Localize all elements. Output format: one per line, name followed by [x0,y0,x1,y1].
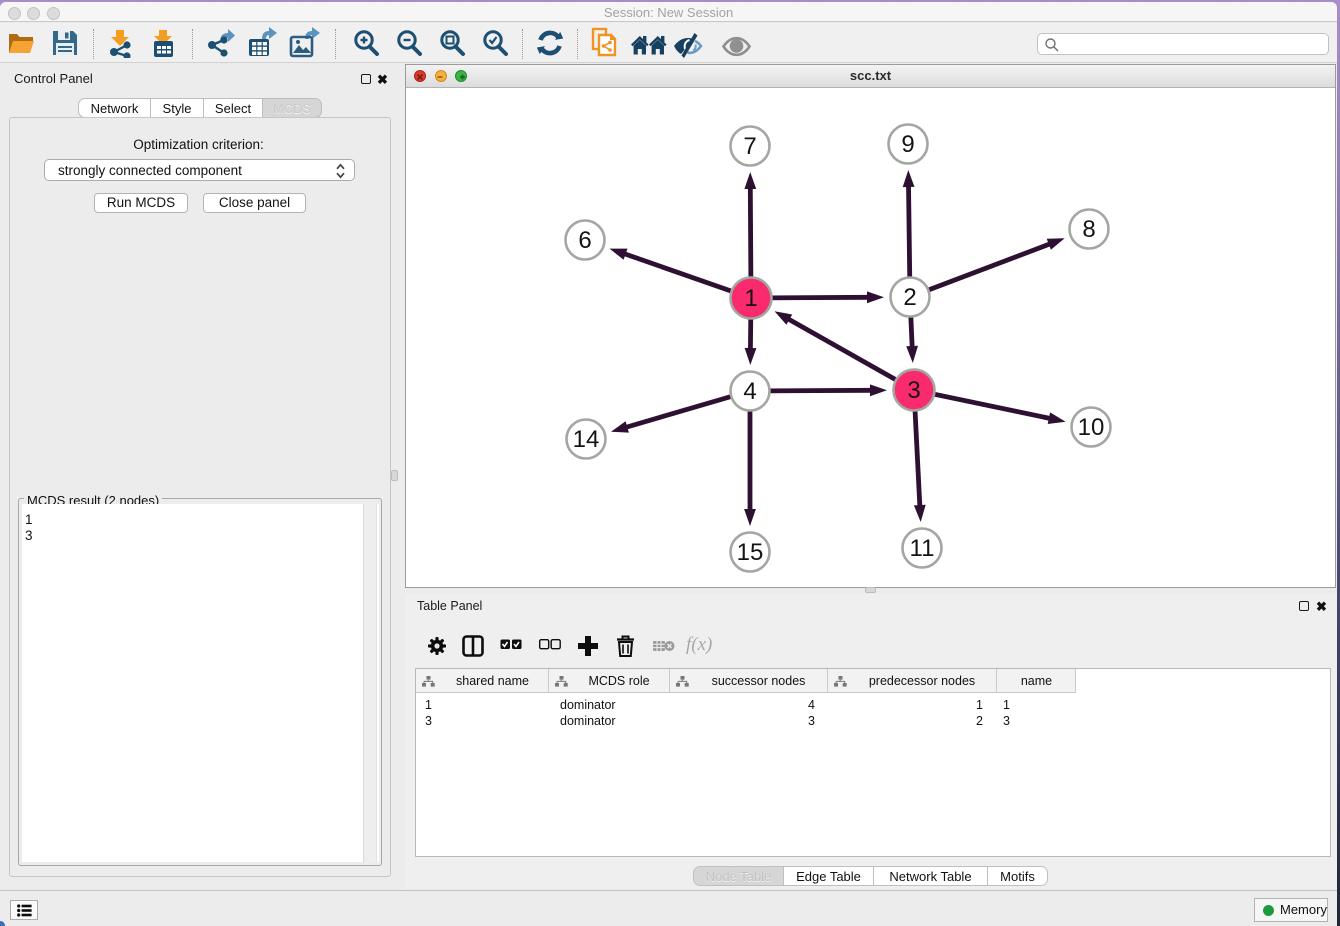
svg-text:11: 11 [910,535,935,562]
svg-text:8: 8 [1082,216,1095,243]
svg-text:4: 4 [743,378,756,405]
svg-text:10: 10 [1078,414,1105,441]
svg-text:2: 2 [903,284,916,311]
svg-text:6: 6 [578,227,591,254]
svg-text:1: 1 [744,285,757,312]
svg-text:7: 7 [743,133,756,160]
svg-text:15: 15 [737,539,764,566]
svg-text:14: 14 [573,426,600,453]
svg-text:9: 9 [901,131,914,158]
svg-text:3: 3 [907,377,920,404]
